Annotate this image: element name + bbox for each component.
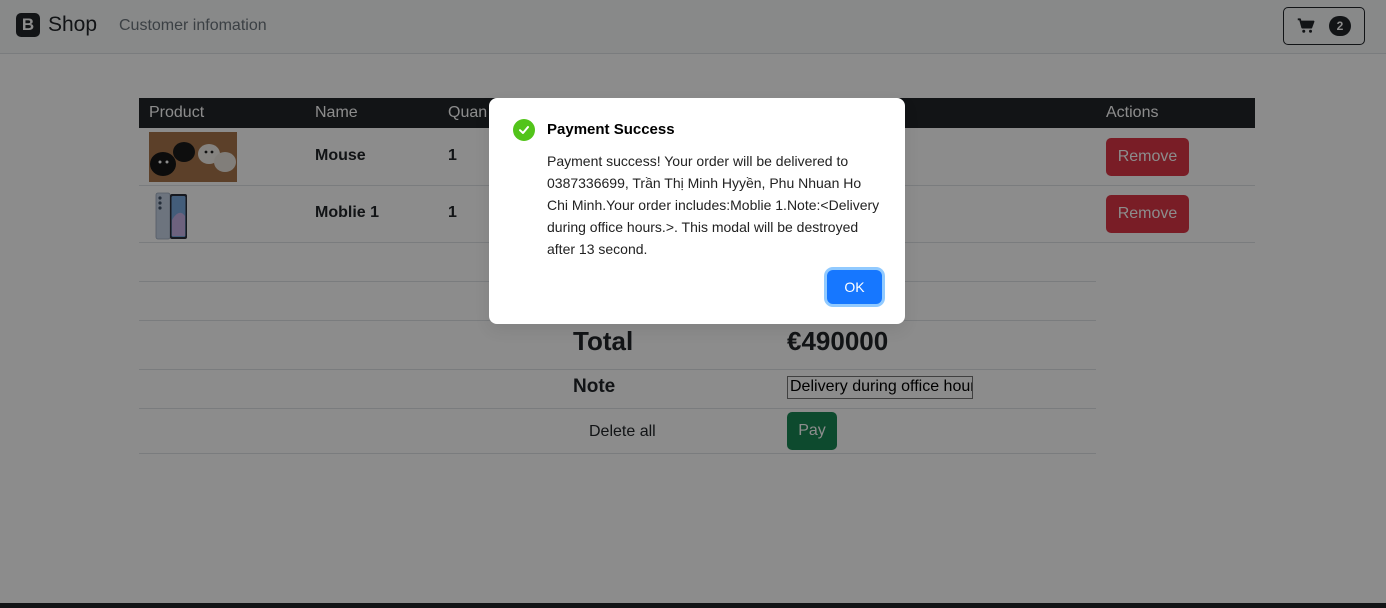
modal-message: Payment success! Your order will be deli… — [547, 153, 880, 257]
check-circle-icon — [513, 119, 535, 141]
modal-title: Payment Success — [547, 121, 675, 138]
payment-success-modal: Payment Success Payment success! Your or… — [489, 98, 905, 324]
ok-button[interactable]: OK — [827, 270, 882, 304]
